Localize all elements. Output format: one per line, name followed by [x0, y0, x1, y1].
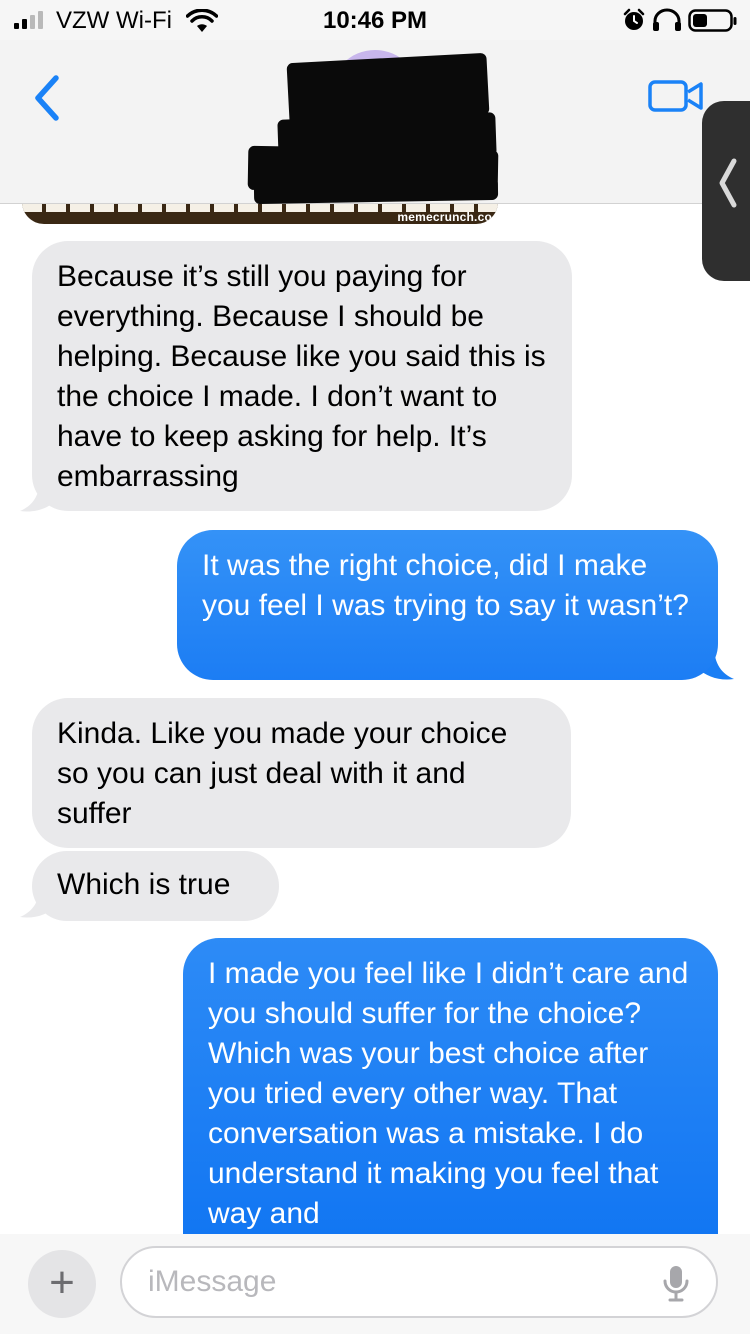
message-bubble-sent: I made you feel like I didn’t care and y…: [183, 938, 718, 1268]
message-text: I made you feel like I didn’t care and y…: [208, 957, 689, 1230]
message-text: Because it’s still you paying for everyt…: [57, 260, 546, 493]
chevron-left-icon: [719, 158, 737, 208]
chevron-left-icon: [35, 75, 59, 121]
message-text: Kinda. Like you made your choice so you …: [57, 717, 508, 830]
conversation-header: [0, 40, 750, 205]
message-bubble-sent: It was the right choice, did I make you …: [177, 530, 718, 680]
message-text: Which is true: [57, 868, 231, 901]
message-bubble-received: Which is true: [32, 851, 279, 921]
headphones-icon: [653, 8, 681, 31]
alarm-icon: [623, 8, 645, 30]
message-text: It was the right choice, did I make you …: [202, 549, 689, 622]
message-bubble-received: Kinda. Like you made your choice so you …: [32, 698, 571, 848]
plus-icon: +: [49, 1258, 75, 1307]
message-bubble-received: Because it’s still you paying for everyt…: [32, 241, 572, 511]
video-camera-icon: [648, 80, 703, 112]
side-panel-handle[interactable]: [702, 101, 750, 281]
facetime-video-button[interactable]: [648, 78, 704, 119]
battery-icon: [688, 9, 737, 32]
microphone-icon[interactable]: [662, 1264, 690, 1304]
redaction-mark: [253, 177, 499, 205]
imessage-input[interactable]: [120, 1246, 718, 1318]
meme-watermark: memecrunch.co: [397, 210, 492, 224]
status-bar: VZW Wi-Fi 10:46 PM: [0, 0, 750, 40]
back-button[interactable]: [26, 70, 70, 126]
message-input-bar: +: [0, 1234, 750, 1334]
add-attachment-button[interactable]: +: [28, 1250, 96, 1318]
